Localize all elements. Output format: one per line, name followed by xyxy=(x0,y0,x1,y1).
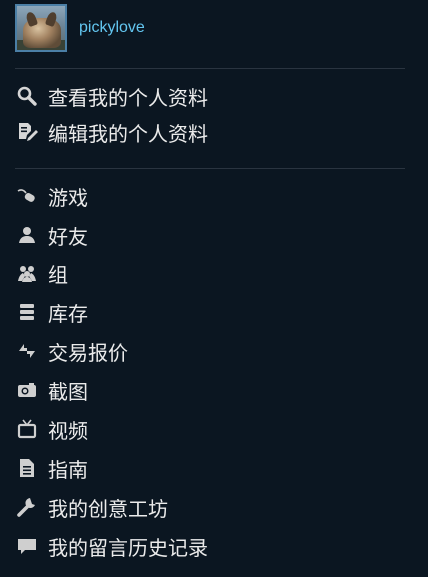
camera-icon xyxy=(15,379,39,401)
view-profile-link[interactable]: 查看我的个人资料 xyxy=(15,81,208,111)
username-link[interactable]: pickylove xyxy=(79,19,145,37)
view-profile-label: 查看我的个人资料 xyxy=(48,85,208,110)
nav-item-label: 指南 xyxy=(48,457,88,482)
profile-header[interactable]: pickylove xyxy=(15,2,145,54)
nav-item-games[interactable]: 游戏 xyxy=(15,181,88,211)
document-icon xyxy=(15,457,39,479)
comment-icon xyxy=(15,535,39,557)
nav-item-workshop[interactable]: 我的创意工坊 xyxy=(15,492,168,522)
friend-icon xyxy=(15,224,39,246)
nav-item-groups[interactable]: 组 xyxy=(15,258,68,288)
edit-icon xyxy=(15,121,39,143)
nav-item-label: 截图 xyxy=(48,379,88,404)
game-icon xyxy=(15,185,39,207)
nav-item-videos[interactable]: 视频 xyxy=(15,414,88,444)
group-icon xyxy=(15,262,39,284)
nav-item-label: 游戏 xyxy=(48,185,88,210)
wrench-icon xyxy=(15,496,39,518)
nav-item-label: 视频 xyxy=(48,418,88,443)
nav-item-comment-history[interactable]: 我的留言历史记录 xyxy=(15,531,208,561)
nav-item-label: 组 xyxy=(48,262,68,287)
tv-icon xyxy=(15,418,39,440)
nav-item-guides[interactable]: 指南 xyxy=(15,453,88,483)
divider xyxy=(15,68,405,69)
trade-icon xyxy=(15,340,39,362)
edit-profile-link[interactable]: 编辑我的个人资料 xyxy=(15,117,208,147)
search-icon xyxy=(15,85,39,107)
inventory-icon xyxy=(15,301,39,323)
nav-item-label: 我的创意工坊 xyxy=(48,496,168,521)
nav-item-screenshots[interactable]: 截图 xyxy=(15,375,88,405)
nav-item-label: 我的留言历史记录 xyxy=(48,535,208,560)
nav-item-inventory[interactable]: 库存 xyxy=(15,297,88,327)
nav-item-label: 交易报价 xyxy=(48,340,128,365)
nav-item-friends[interactable]: 好友 xyxy=(15,220,88,250)
nav-item-label: 好友 xyxy=(48,224,88,249)
profile-dropdown-menu: pickylove 查看我的个人资料 编辑我的个人资料 游戏 好友 组 库存 交… xyxy=(0,0,428,577)
nav-item-label: 库存 xyxy=(48,301,88,326)
avatar[interactable] xyxy=(15,4,67,52)
edit-profile-label: 编辑我的个人资料 xyxy=(48,121,208,146)
divider xyxy=(15,168,405,169)
nav-item-trade-offers[interactable]: 交易报价 xyxy=(15,336,128,366)
